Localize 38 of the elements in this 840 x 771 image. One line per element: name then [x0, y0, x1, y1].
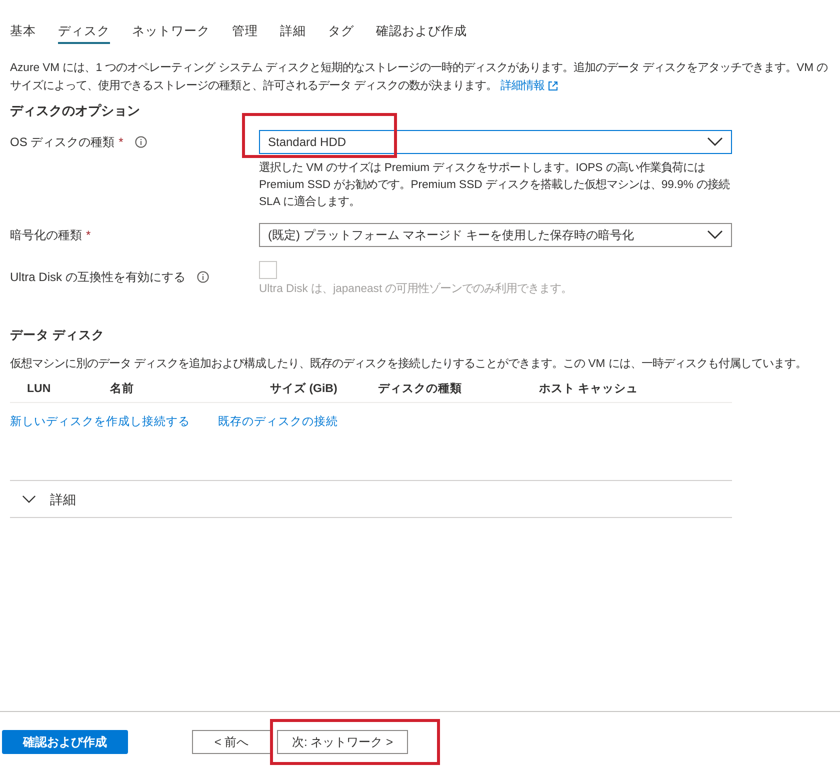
field-label: OS ディスクの種類 [10, 134, 115, 150]
chevron-down-icon [707, 230, 723, 240]
column-header: サイズ (GiB) [270, 382, 338, 397]
link[interactable]: 新しいディスクを作成し接続する [10, 414, 190, 432]
tab[interactable]: 基本 [10, 20, 36, 44]
external-link-icon [548, 81, 558, 91]
help-text: Ultra Disk は、japaneast の可用性ゾーンでのみ利用できます。 [259, 282, 572, 296]
tab[interactable]: 管理 [232, 20, 258, 44]
chevron-down-icon [22, 494, 36, 504]
section-heading: データ ディスク [10, 327, 106, 344]
tab[interactable]: ネットワーク [132, 20, 210, 44]
tab[interactable]: タグ [328, 20, 354, 44]
column-header: LUN [26, 382, 52, 397]
required-mark: * [86, 226, 91, 244]
required-mark: * [118, 134, 124, 150]
column-header: ホスト キャッシュ [539, 382, 640, 397]
primary-button[interactable]: 確認および作成 [2, 730, 128, 754]
learn-more-link[interactable]: 詳細情報 [500, 77, 558, 95]
expander[interactable]: 詳細 [10, 480, 732, 518]
description: Azure VM には、1 つのオペレーティング システム ディスクと短期的なストレージの一時的ディスクがあります。追加のデータ ディスクをアタッチできます。VM のサイズによって、使用できるストレージの種類と、許可されるデータ ディスクの数が決まります。 詳細情報 [10, 59, 832, 95]
column-header: ディスクの種類 [378, 381, 463, 397]
button[interactable]: 次: ネットワーク > [277, 730, 408, 754]
tab[interactable]: 詳細 [280, 20, 306, 44]
field-label: Ultra Disk の互換性を有効にする [10, 268, 186, 286]
dropdown[interactable]: (既定) プラットフォーム マネージド キーを使用した保存時の暗号化 [259, 222, 732, 246]
tab[interactable]: ディスク [58, 20, 110, 44]
section-heading: ディスクのオプション [10, 102, 141, 120]
link[interactable]: 既存のディスクの接続 [218, 414, 338, 432]
button[interactable]: < 前へ [192, 730, 271, 754]
chevron-down-icon [707, 136, 723, 146]
info-icon [135, 136, 148, 148]
description: 仮想マシンに別のデータ ディスクを追加および構成したり、既存のディスクを接続したりすることができます。この VM には、一時ディスクも付属しています。 [10, 356, 808, 372]
dropdown[interactable]: Standard HDD [259, 130, 732, 154]
tab[interactable]: 確認および作成 [376, 20, 467, 44]
help-text: 選択した VM のサイズは Premium ディスクをサポートします。IOPS の高い作業負荷には Premium SSD がお勧めです。Premium SSD ディスクを搭載した仮想マシンは、99.9% の接続 SLA に適合します。 [259, 160, 731, 210]
field-label: 暗号化の種類 [10, 226, 82, 244]
info-icon [197, 270, 210, 282]
column-header: 名前 [110, 381, 135, 397]
